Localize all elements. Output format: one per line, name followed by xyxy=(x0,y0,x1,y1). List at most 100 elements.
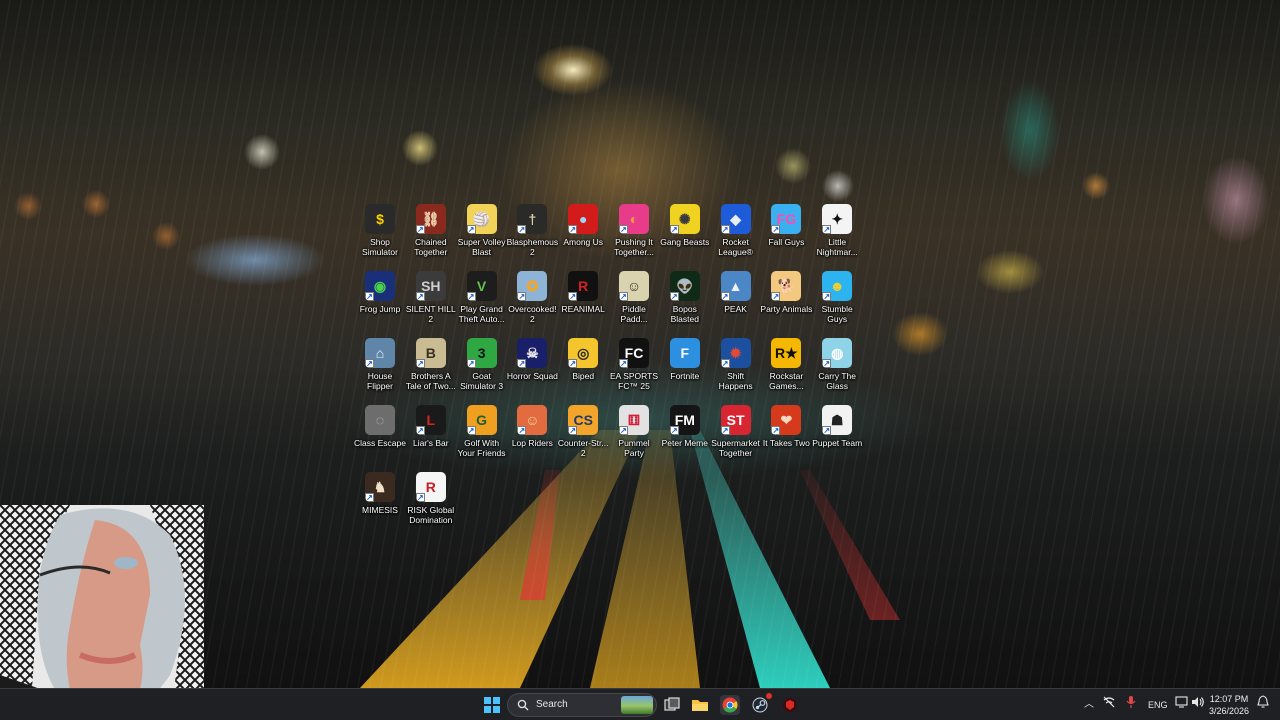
desktop-icon[interactable]: ✪ ↗ Overcooked! 2 xyxy=(506,269,558,335)
desktop-icon-label: Brothers A Tale of Two... xyxy=(405,371,456,391)
desktop-icon[interactable]: ♞ ↗ MIMESIS xyxy=(354,470,406,536)
desktop-icon[interactable]: ◎ ↗ Biped xyxy=(557,336,609,402)
shortcut-arrow-icon: ↗ xyxy=(669,225,679,234)
task-view-button[interactable] xyxy=(662,695,682,715)
desktop-icon-label: Chained Together xyxy=(414,237,448,257)
app-icon: ◎ ↗ xyxy=(568,338,599,368)
app-icon: 3 ↗ xyxy=(466,338,497,368)
start-button[interactable] xyxy=(482,695,502,715)
desktop-icon[interactable]: G ↗ Golf With Your Friends xyxy=(456,403,508,469)
desktop-icon[interactable]: F Fortnite xyxy=(659,336,711,402)
show-hidden-icons-chevron-icon[interactable]: ︿ xyxy=(1084,695,1094,710)
chrome-button[interactable] xyxy=(720,695,740,715)
game-app-button[interactable] xyxy=(780,695,800,715)
desktop-icon[interactable]: ☻ ↗ Stumble Guys xyxy=(811,269,863,335)
app-icon: SH ↗ xyxy=(415,271,446,301)
app-icon: L ↗ xyxy=(415,405,446,435)
desktop-icon[interactable]: ◌ Class Escape xyxy=(354,403,406,469)
desktop-icon-label: Overcooked! 2 xyxy=(508,304,557,324)
app-icon: FG ↗ xyxy=(771,204,802,234)
shortcut-arrow-icon: ↗ xyxy=(568,292,578,301)
desktop-icon[interactable]: 👽 ↗ Bopos Blasted xyxy=(659,269,711,335)
desktop-icon[interactable]: ◆ ↗ Rocket League® xyxy=(710,202,762,268)
input-language-indicator[interactable]: ENG xyxy=(1148,700,1168,710)
desktop-icon-label: Piddle Padd... xyxy=(620,304,648,324)
file-explorer-button[interactable] xyxy=(690,695,710,715)
desktop-icon-label: Supermarket Together xyxy=(711,438,760,458)
shortcut-arrow-icon: ↗ xyxy=(619,426,628,435)
desktop-icon[interactable]: FC ↗ EA SPORTS FC™ 25 xyxy=(608,336,660,402)
desktop-icon[interactable]: R★ Rockstar Games... xyxy=(760,336,812,402)
desktop-icon[interactable]: L ↗ Liar's Bar xyxy=(405,403,457,469)
shortcut-arrow-icon: ↗ xyxy=(822,359,832,368)
desktop-icon-label: Among Us xyxy=(563,237,604,247)
chrome-icon xyxy=(722,697,738,713)
desktop-icon[interactable]: ☺ ↗ Piddle Padd... xyxy=(608,269,660,335)
desktop-icon[interactable]: FM ↗ Peter Meme xyxy=(659,403,711,469)
desktop-icon[interactable]: ☠ ↗ Horror Squad xyxy=(506,336,558,402)
steam-button[interactable] xyxy=(750,693,772,715)
desktop-icon[interactable]: $ Shop Simulator xyxy=(354,202,406,268)
desktop-icon[interactable]: B ↗ Brothers A Tale of Two... xyxy=(405,336,457,402)
desktop-icon[interactable]: ◍ ↗ Carry The Glass xyxy=(811,336,863,402)
search-highlight-image xyxy=(621,696,653,714)
desktop-icon[interactable]: ❤ ↗ It Takes Two xyxy=(760,403,812,469)
desktop-icon[interactable]: 🐕 ↗ Party Animals xyxy=(760,269,812,335)
app-icon: ☺ ↗ xyxy=(517,405,548,435)
desktop-icon[interactable]: R ↗ RISK Global Domination xyxy=(405,470,457,536)
desktop-icon[interactable]: 🏐 ↗ Super Volley Blast xyxy=(456,202,508,268)
shortcut-arrow-icon: ↗ xyxy=(720,359,730,368)
app-icon: ☻ ↗ xyxy=(822,271,853,301)
desktop-icon[interactable]: ⌂ ↗ House Flipper xyxy=(354,336,406,402)
shortcut-arrow-icon: ↗ xyxy=(720,225,730,234)
desktop-icon[interactable]: FG ↗ Fall Guys xyxy=(760,202,812,268)
desktop-icon-label: Liar's Bar xyxy=(412,438,449,448)
desktop-icon[interactable]: † ↗ Blasphemous 2 xyxy=(506,202,558,268)
network-display-icon[interactable] xyxy=(1175,695,1189,709)
desktop-icon-label: Pushing It Together... xyxy=(614,237,654,257)
notification-bell-icon[interactable] xyxy=(1256,695,1270,709)
desktop-icon[interactable]: ☺ ↗ Lop Riders xyxy=(506,403,558,469)
desktop-icon-label: It Takes Two xyxy=(762,438,810,448)
app-icon: † ↗ xyxy=(517,204,548,234)
network-off-icon[interactable] xyxy=(1102,695,1116,709)
desktop-icon-label: SILENT HILL 2 xyxy=(405,304,456,324)
app-icon: ⛓ ↗ xyxy=(415,204,446,234)
app-icon: ☺ ↗ xyxy=(619,271,649,301)
desktop-icon[interactable]: ✹ ↗ Shift Happens xyxy=(710,336,762,402)
desktop-icon[interactable]: ✺ ↗ Gang Beasts xyxy=(659,202,711,268)
search-placeholder: Search xyxy=(536,699,568,710)
desktop-icon[interactable]: ☗ ↗ Puppet Team xyxy=(811,403,863,469)
desktop-icon[interactable]: ▲ ↗ PEAK xyxy=(710,269,762,335)
desktop-icon[interactable]: CS ↗ Counter-Str... 2 xyxy=(557,403,609,469)
app-icon: 🐕 ↗ xyxy=(771,271,802,301)
desktop-icon[interactable]: ✦ ↗ Little Nightmar... xyxy=(811,202,863,268)
desktop-icon[interactable]: R ↗ REANIMAL xyxy=(557,269,609,335)
microphone-icon[interactable] xyxy=(1126,695,1136,709)
taskbar-clock[interactable]: 12:07 PM 3/26/2026 xyxy=(1208,693,1250,717)
desktop-icon[interactable]: ● ↗ Among Us xyxy=(557,202,609,268)
shortcut-arrow-icon: ↗ xyxy=(466,292,476,301)
desktop-icon-label: Play Grand Theft Auto... xyxy=(458,304,505,324)
desktop-icon[interactable]: ⚅ ↗ Pummel Party xyxy=(608,403,660,469)
desktop-icon[interactable]: ST ↗ Supermarket Together xyxy=(710,403,762,469)
desktop-icon[interactable]: SH ↗ SILENT HILL 2 xyxy=(405,269,457,335)
volume-icon[interactable] xyxy=(1191,695,1205,709)
desktop-icon-label: Blasphemous 2 xyxy=(506,237,559,257)
desktop-icon[interactable]: V ↗ Play Grand Theft Auto... xyxy=(456,269,508,335)
desktop-icon-label: Shift Happens xyxy=(718,371,753,391)
desktop-icon[interactable]: 3 ↗ Goat Simulator 3 xyxy=(456,336,508,402)
taskbar-search-box[interactable]: Search xyxy=(507,693,657,717)
desktop-icon[interactable]: ◐ ↗ Pushing It Together... xyxy=(608,202,660,268)
desktop-icon-label: Frog Jump xyxy=(359,304,401,314)
shortcut-arrow-icon: ↗ xyxy=(415,359,425,368)
game-app-icon xyxy=(783,698,797,712)
shortcut-arrow-icon: ↗ xyxy=(771,292,781,301)
app-icon: R ↗ xyxy=(568,271,599,301)
shortcut-arrow-icon: ↗ xyxy=(822,426,832,435)
shortcut-arrow-icon: ↗ xyxy=(415,426,425,435)
desktop-icon[interactable]: ◉ ↗ Frog Jump xyxy=(354,269,406,335)
desktop-icon[interactable]: ⛓ ↗ Chained Together xyxy=(405,202,457,268)
app-icon: FM ↗ xyxy=(669,405,700,435)
app-icon: ✪ ↗ xyxy=(517,271,548,301)
